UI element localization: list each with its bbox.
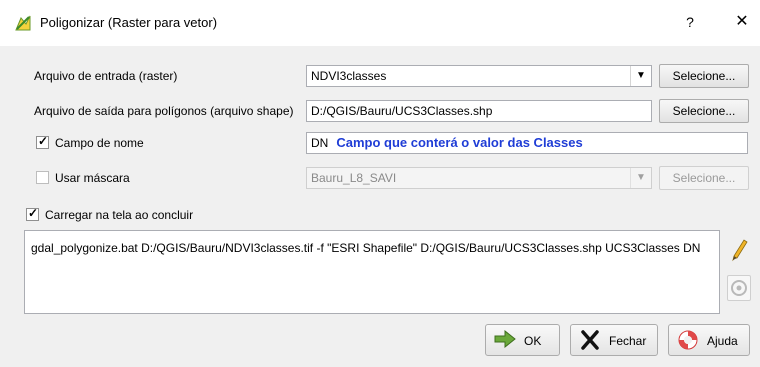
mask-browse-button[interactable]: Selecione... [659,166,749,190]
title-bar: Poligonizar (Raster para vetor) ? ✕ [0,0,760,46]
checkmark-icon: ✓ [38,134,49,148]
mask-label: Usar máscara [55,171,130,185]
input-raster-value: NDVI3classes [311,69,387,83]
output-shape-value: D:/QGIS/Bauru/UCS3Classes.shp [311,104,493,118]
help-icon[interactable]: ? [680,12,700,32]
load-on-finish-label: Carregar na tela ao concluir [45,208,194,222]
close-label: Fechar [609,334,647,348]
close-button[interactable]: Fechar [570,324,658,356]
load-on-finish-checkbox[interactable]: ✓ [26,206,39,221]
chevron-down-icon[interactable]: ▼ [630,66,651,86]
command-textbox[interactable]: gdal_polygonize.bat D:/QGIS/Bauru/NDVI3c… [24,230,720,314]
field-name-value: DN [311,136,329,150]
ok-arrow-icon [494,329,516,349]
ok-button[interactable]: OK [485,324,560,356]
dialog-body: Arquivo de entrada (raster) NDVI3classes… [0,46,760,367]
lifebuoy-icon [678,330,698,350]
edit-pencil-icon[interactable] [727,236,751,262]
field-name-input[interactable]: DN Campo que conterá o valor das Classes [306,132,748,154]
mask-value: Bauru_L8_SAVI [311,171,397,185]
input-raster-browse-button[interactable]: Selecione... [659,64,749,88]
field-name-annotation: Campo que conterá o valor das Classes [336,135,583,150]
help-label: Ajuda [707,334,738,348]
close-x-icon [581,330,599,350]
help-button[interactable]: Ajuda [668,324,750,356]
field-name-checkbox[interactable]: ✓ [36,134,49,149]
checkmark-icon: ✓ [28,206,39,220]
window-title: Poligonizar (Raster para vetor) [40,15,218,30]
ok-label: OK [524,334,542,348]
output-shape-label: Arquivo de saída para polígonos (arquivo… [34,104,294,118]
reset-icon[interactable] [727,275,751,301]
close-icon[interactable]: ✕ [732,12,752,32]
mask-checkbox[interactable] [36,171,49,184]
output-shape-field[interactable]: D:/QGIS/Bauru/UCS3Classes.shp [306,100,652,122]
input-raster-label: Arquivo de entrada (raster) [34,69,178,83]
output-shape-browse-button[interactable]: Selecione... [659,99,749,123]
field-name-label: Campo de nome [55,136,144,150]
input-raster-select[interactable]: NDVI3classes ▼ [306,65,652,87]
chevron-down-icon[interactable]: ▼ [630,168,651,188]
mask-select[interactable]: Bauru_L8_SAVI ▼ [306,167,652,189]
command-text: gdal_polygonize.bat D:/QGIS/Bauru/NDVI3c… [31,241,701,255]
qgis-polygonize-icon [15,15,31,31]
